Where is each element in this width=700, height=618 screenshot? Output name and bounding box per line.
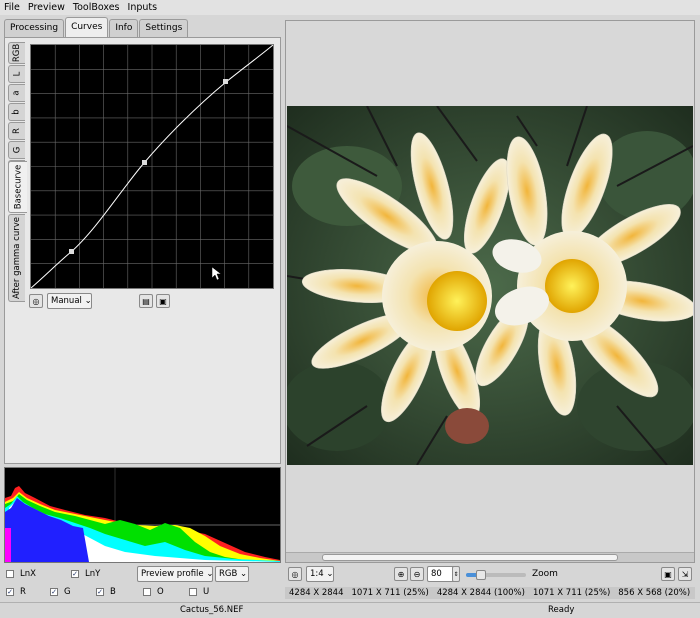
tab-processing[interactable]: Processing <box>4 19 65 37</box>
status-filename: Cactus_56.NEF <box>180 605 244 615</box>
view-size: 1071 X 711 (25%) <box>532 588 611 598</box>
curve-point[interactable] <box>69 249 74 254</box>
preview-image[interactable] <box>282 105 697 466</box>
horizontal-scrollbar[interactable] <box>286 552 694 562</box>
curve-grid <box>31 45 273 288</box>
menu-bar: File Preview ToolBoxes Inputs <box>0 0 700 15</box>
channel-tab-r[interactable]: R <box>8 122 25 140</box>
curve-point[interactable] <box>223 79 228 84</box>
reset-curve-icon[interactable]: ◎ <box>29 294 43 308</box>
cactus-flower-image <box>282 105 697 466</box>
channel-tab-rgb[interactable]: RGB <box>8 42 25 64</box>
histogram-space-select[interactable]: RGB ⌄ <box>215 566 249 582</box>
o-checkbox[interactable] <box>143 588 151 596</box>
channel-tab-g[interactable]: G <box>8 141 25 159</box>
save-curve-icon[interactable]: ▣ <box>156 294 170 308</box>
curve-editor[interactable] <box>30 44 274 289</box>
channel-tab-basecurve[interactable]: Basecurve <box>8 161 27 213</box>
channel-tab-after-gamma[interactable]: After gamma curve <box>8 214 25 302</box>
r-option[interactable]: ✓ R <box>6 587 26 597</box>
u-option[interactable]: U <box>189 587 209 597</box>
b-option[interactable]: ✓ B <box>96 587 116 597</box>
zoom-spin-icon[interactable]: ⇕ <box>452 566 460 582</box>
zoom-ratio-select[interactable]: 1:4 ⌄ <box>306 566 334 582</box>
lnx-checkbox[interactable] <box>6 570 14 578</box>
curve-point[interactable] <box>142 160 147 165</box>
zoom-in-icon[interactable]: ⊕ <box>394 567 408 581</box>
lnx-option[interactable]: LnX <box>6 569 36 579</box>
zoom-slider[interactable] <box>466 570 526 580</box>
channel-tab-b[interactable]: b <box>8 103 25 121</box>
lny-checkbox[interactable]: ✓ <box>71 570 79 578</box>
g-option[interactable]: ✓ G <box>50 587 71 597</box>
menu-toolboxes[interactable]: ToolBoxes <box>69 2 124 13</box>
output-size: 4284 X 2844 (100%) <box>436 588 525 598</box>
scrollbar-thumb[interactable] <box>322 554 618 561</box>
histogram-graph <box>5 468 280 562</box>
tab-bar: Processing Curves Info Settings <box>4 17 189 37</box>
r-checkbox[interactable]: ✓ <box>6 588 14 596</box>
histogram <box>4 467 281 563</box>
save-preview-icon[interactable]: ▣ <box>661 567 675 581</box>
open-curve-icon[interactable]: ▤ <box>139 294 153 308</box>
menu-inputs[interactable]: Inputs <box>124 2 162 13</box>
reset-zoom-icon[interactable]: ◎ <box>288 567 302 581</box>
tab-curves[interactable]: Curves <box>65 17 109 37</box>
menu-file[interactable]: File <box>0 2 24 13</box>
curve-mode-select[interactable]: Manual ⌄ <box>47 293 92 309</box>
export-preview-icon[interactable]: ⇲ <box>678 567 692 581</box>
display-size: 856 X 568 (20%) <box>618 588 691 598</box>
status-bar: Cactus_56.NEF Ready <box>0 602 700 618</box>
mouse-cursor-icon <box>211 266 222 281</box>
channel-tab-l[interactable]: L <box>8 65 25 83</box>
g-checkbox[interactable]: ✓ <box>50 588 58 596</box>
size-info: 4284 X 2844 1071 X 711 (25%) 4284 X 2844… <box>285 587 695 599</box>
status-state: Ready <box>548 605 575 615</box>
zoom-slider-handle[interactable] <box>476 570 486 580</box>
zoom-label: Zoom <box>532 569 558 579</box>
channel-tab-a[interactable]: a <box>8 84 25 102</box>
b-checkbox[interactable]: ✓ <box>96 588 104 596</box>
curve-controls: ◎ Manual ⌄ ▤ ▣ <box>27 293 277 311</box>
preview-profile-select[interactable]: Preview profile ⌄ <box>137 566 213 582</box>
input-size: 4284 X 2844 <box>289 588 344 598</box>
tab-info[interactable]: Info <box>109 19 139 37</box>
lny-option[interactable]: ✓ LnY <box>71 569 100 579</box>
o-option[interactable]: O <box>143 587 164 597</box>
curve-graph[interactable] <box>30 44 274 289</box>
u-checkbox[interactable] <box>189 588 197 596</box>
tab-settings[interactable]: Settings <box>139 19 189 37</box>
zoom-out-icon[interactable]: ⊖ <box>410 567 424 581</box>
preview-size: 1071 X 711 (25%) <box>351 588 429 598</box>
menu-preview[interactable]: Preview <box>24 2 69 13</box>
